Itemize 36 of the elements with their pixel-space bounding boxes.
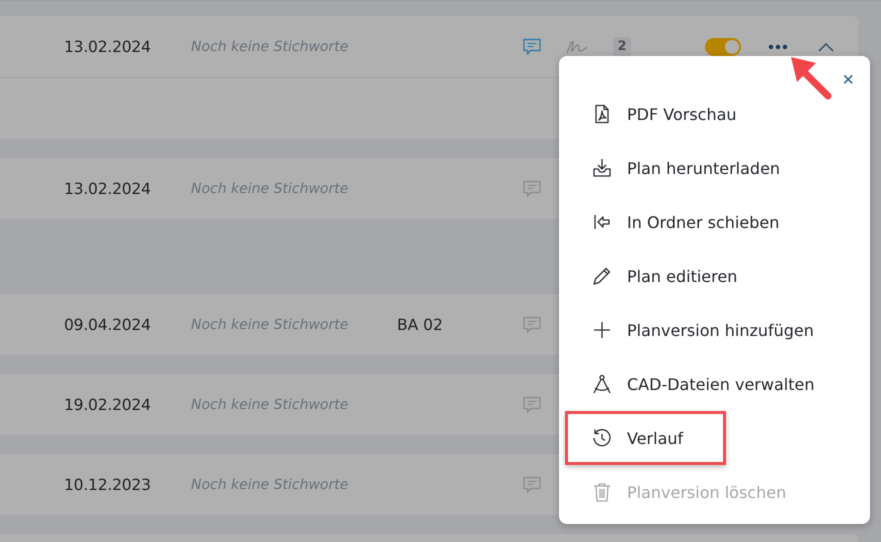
menu-item[interactable]: PDF Vorschau xyxy=(559,87,870,141)
comment-icon[interactable] xyxy=(522,314,542,334)
close-button[interactable]: × xyxy=(840,70,856,90)
download-icon xyxy=(592,158,612,178)
keywords-text: Noch keine Stichworte xyxy=(191,180,350,196)
pencil-icon xyxy=(592,266,612,286)
keywords-text: Noch keine Stichworte xyxy=(191,476,350,492)
more-icon[interactable] xyxy=(768,44,788,50)
move-icon xyxy=(592,212,612,232)
date-text: 09.04.2024 xyxy=(64,316,152,334)
compass-icon xyxy=(592,374,612,394)
keywords-text: Noch keine Stichworte xyxy=(191,316,350,332)
menu-item[interactable]: In Ordner schieben xyxy=(559,195,870,249)
signature-icon[interactable] xyxy=(566,38,588,54)
trash-icon xyxy=(592,482,612,502)
menu-item[interactable]: CAD-Dateien verwalten xyxy=(559,357,870,411)
plus-icon xyxy=(592,320,612,340)
keywords-text: Noch keine Stichworte xyxy=(191,38,350,54)
menu-item[interactable]: Plan editieren xyxy=(559,249,870,303)
phase-text: BA 02 xyxy=(397,316,443,334)
menu-item[interactable]: Plan herunterladen xyxy=(559,141,870,195)
date-text: 10.12.2023 xyxy=(64,476,152,494)
chevron-up-icon[interactable] xyxy=(818,42,834,52)
menu-item[interactable]: Verlauf xyxy=(565,411,726,465)
date-text: 13.02.2024 xyxy=(64,180,152,198)
count-badge: 2 xyxy=(613,37,631,56)
comment-icon[interactable] xyxy=(522,394,542,414)
toggle-switch[interactable] xyxy=(705,38,741,56)
menu-item[interactable]: Planversion hinzufügen xyxy=(559,303,870,357)
comment-icon[interactable] xyxy=(522,474,542,494)
history-icon xyxy=(592,428,612,448)
comment-icon[interactable] xyxy=(522,178,542,198)
date-text: 13.02.2024 xyxy=(64,38,152,56)
date-text: 19.02.2024 xyxy=(64,396,152,414)
comment-icon[interactable] xyxy=(522,36,542,56)
keywords-text: Noch keine Stichworte xyxy=(191,396,350,412)
